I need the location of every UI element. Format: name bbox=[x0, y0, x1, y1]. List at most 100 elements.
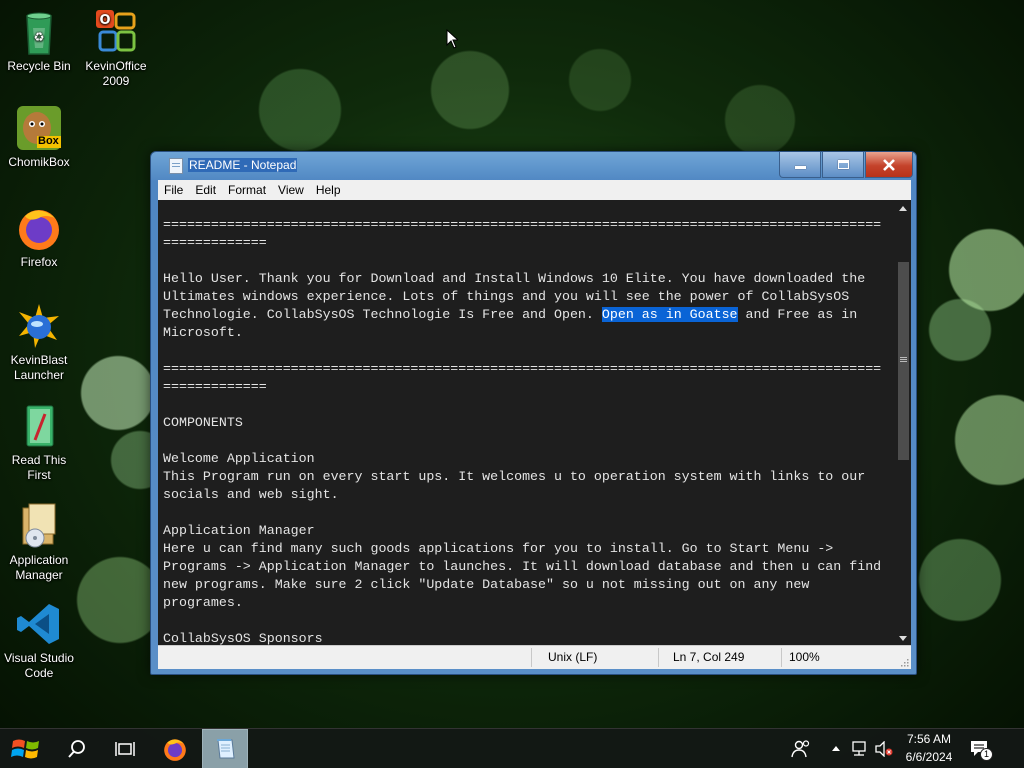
text-line: Application Manager bbox=[163, 523, 315, 538]
text-line: ============= bbox=[163, 235, 267, 250]
office-icon: O bbox=[92, 8, 140, 56]
title-bar[interactable]: README - Notepad bbox=[151, 152, 916, 180]
search-icon bbox=[68, 740, 85, 758]
close-button[interactable] bbox=[865, 152, 913, 178]
text-line: new programs. Make sure 2 click "Update … bbox=[163, 577, 810, 592]
svg-text:♻: ♻ bbox=[34, 30, 45, 44]
taskbar-notepad[interactable] bbox=[202, 729, 248, 768]
minimize-icon bbox=[794, 166, 806, 169]
people-icon[interactable] bbox=[791, 740, 811, 758]
text-line: Welcome Application bbox=[163, 451, 315, 466]
menu-view[interactable]: View bbox=[272, 183, 310, 197]
desktop-icon-vscode[interactable]: Visual Studio Code bbox=[0, 600, 78, 681]
text-line: CollabSysOS Sponsors bbox=[163, 631, 323, 645]
text-line: ========================================… bbox=[163, 361, 882, 376]
start-button[interactable] bbox=[2, 729, 50, 768]
status-cursor-position: Ln 7, Col 249 bbox=[673, 650, 745, 664]
desktop-icon-label: ChomikBox bbox=[8, 155, 70, 169]
task-view-button[interactable] bbox=[102, 729, 148, 768]
desktop-icon-application-manager[interactable]: Application Manager bbox=[0, 502, 78, 583]
search-button[interactable] bbox=[54, 729, 100, 768]
windows-logo-icon bbox=[11, 739, 39, 759]
desktop-icon-label: Read This First bbox=[11, 453, 67, 482]
text-line: ============= bbox=[163, 379, 267, 394]
desktop-icon-kevinoffice[interactable]: O KevinOffice 2009 bbox=[77, 8, 155, 89]
status-divider bbox=[781, 648, 782, 667]
window-title: README - Notepad bbox=[188, 158, 298, 172]
launcher-icon bbox=[15, 302, 63, 350]
desktop-icon-label: KevinOffice 2009 bbox=[85, 59, 147, 88]
text-line bbox=[163, 504, 895, 522]
action-center-button[interactable]: 1 bbox=[969, 739, 993, 761]
desktop-icon-kevinblast[interactable]: KevinBlast Launcher bbox=[0, 302, 78, 383]
text-line: COMPONENTS bbox=[163, 415, 243, 430]
chomikbox-badge: Box bbox=[38, 135, 59, 147]
network-icon[interactable] bbox=[851, 741, 869, 757]
svg-text:O: O bbox=[99, 13, 110, 28]
maximize-icon bbox=[837, 160, 849, 169]
text-line: ========================================… bbox=[163, 217, 882, 232]
scroll-up-icon[interactable] bbox=[899, 206, 907, 211]
maximize-button[interactable] bbox=[822, 152, 864, 178]
installer-icon bbox=[15, 502, 63, 550]
status-divider bbox=[658, 648, 659, 667]
chevron-up-icon[interactable] bbox=[831, 744, 841, 752]
text-line: Ultimates windows experience. Lots of th… bbox=[163, 289, 850, 304]
menu-format[interactable]: Format bbox=[222, 183, 272, 197]
recycle-bin-icon: ♻ bbox=[15, 8, 63, 56]
status-divider bbox=[531, 648, 532, 667]
mouse-cursor-icon bbox=[446, 29, 458, 49]
taskbar: 7:56 AM 6/6/2024 1 bbox=[0, 728, 1024, 768]
desktop-icon-read-this-first[interactable]: Read This First bbox=[0, 402, 78, 483]
text-line bbox=[163, 396, 895, 414]
text-line: socials and web sight. bbox=[163, 487, 339, 502]
text-line: Hello User. Thank you for Download and I… bbox=[163, 271, 866, 286]
clock-date[interactable]: 6/6/2024 bbox=[899, 750, 959, 764]
desktop-icon-label: Recycle Bin bbox=[7, 59, 71, 73]
clock-time[interactable]: 7:56 AM bbox=[899, 732, 959, 746]
close-icon bbox=[883, 158, 895, 171]
menu-file[interactable]: File bbox=[158, 183, 189, 197]
minimize-button[interactable] bbox=[779, 152, 821, 178]
notification-count-badge: 1 bbox=[980, 748, 993, 761]
desktop-icon-label: Firefox bbox=[20, 255, 58, 269]
task-view-icon bbox=[115, 742, 135, 756]
menu-edit[interactable]: Edit bbox=[189, 183, 222, 197]
desktop-icon-label: KevinBlast Launcher bbox=[10, 353, 68, 382]
desktop-icon-label: Visual Studio Code bbox=[4, 651, 74, 680]
volume-muted-icon[interactable] bbox=[875, 741, 893, 757]
desktop-icon-firefox[interactable]: Firefox bbox=[0, 204, 78, 270]
notepad-icon bbox=[217, 739, 235, 759]
text-line: Microsoft. bbox=[163, 325, 243, 340]
chomikbox-icon: Box bbox=[15, 104, 63, 152]
menu-help[interactable]: Help bbox=[310, 183, 347, 197]
status-zoom: 100% bbox=[789, 650, 820, 664]
status-bar: Unix (LF) Ln 7, Col 249 100% bbox=[158, 645, 911, 669]
text-line: programes. bbox=[163, 595, 243, 610]
menu-bar: File Edit Format View Help bbox=[158, 180, 911, 200]
taskbar-firefox[interactable] bbox=[152, 729, 198, 768]
status-line-ending: Unix (LF) bbox=[548, 650, 598, 664]
text-line bbox=[163, 612, 895, 630]
text-before-selection: Technologie. CollabSysOS Technologie Is … bbox=[163, 307, 602, 322]
text-line: This Program run on every start ups. It … bbox=[163, 469, 866, 484]
vertical-scrollbar[interactable] bbox=[895, 200, 911, 645]
firefox-icon bbox=[164, 739, 186, 761]
text-line: Here u can find many such goods applicat… bbox=[163, 541, 834, 556]
resize-grip-icon[interactable] bbox=[899, 657, 909, 667]
scroll-down-icon[interactable] bbox=[899, 636, 907, 641]
vscode-icon bbox=[15, 600, 63, 648]
text-after-selection: and Free as in bbox=[737, 307, 858, 322]
notepad-icon bbox=[169, 158, 183, 174]
text-editor[interactable]: ========================================… bbox=[158, 200, 895, 645]
text-line-with-selection: Technologie. CollabSysOS Technologie Is … bbox=[163, 306, 895, 324]
notepad-window[interactable]: README - Notepad File Edit Format View H… bbox=[150, 151, 917, 675]
text-line: Programs -> Application Manager to launc… bbox=[163, 559, 882, 574]
scroll-thumb[interactable] bbox=[898, 262, 909, 460]
firefox-icon bbox=[15, 204, 63, 252]
desktop-icon-recycle-bin[interactable]: ♻ Recycle Bin bbox=[0, 8, 78, 74]
selected-text: Open as in Goatse bbox=[601, 307, 738, 322]
desktop-icon-chomikbox[interactable]: Box ChomikBox bbox=[0, 104, 78, 170]
desktop-icon-label: Application Manager bbox=[9, 553, 69, 582]
book-icon bbox=[15, 402, 63, 450]
